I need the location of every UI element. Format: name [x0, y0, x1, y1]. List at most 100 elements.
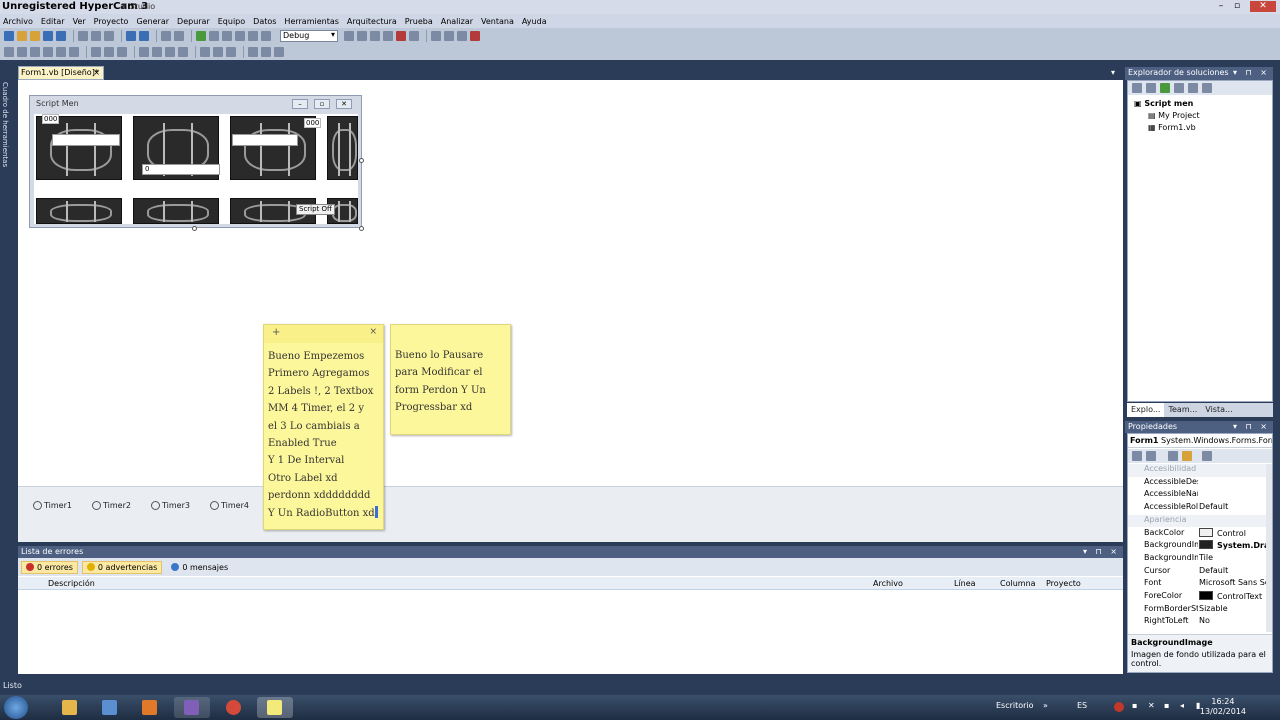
property-category[interactable]: Apariencia	[1128, 514, 1266, 528]
property-value[interactable]: ControlText	[1199, 591, 1266, 601]
restart-icon[interactable]	[248, 31, 258, 41]
messages-filter-button[interactable]: 0 mensajes	[166, 561, 233, 574]
maximize-icon[interactable]: ▫	[1230, 1, 1244, 12]
column-project[interactable]: Proyecto	[1046, 579, 1081, 588]
flag-icon[interactable]: ▪	[1164, 701, 1169, 710]
bring-to-front-icon[interactable]	[248, 47, 258, 57]
remove-spacing-icon[interactable]	[178, 47, 188, 57]
start-button[interactable]	[4, 696, 28, 719]
property-row[interactable]: ForeColor ControlText	[1128, 591, 1266, 604]
picture-box[interactable]	[36, 116, 122, 180]
save-icon[interactable]	[43, 31, 53, 41]
sticky-note-text[interactable]: Bueno lo Pausare para Modificar el form …	[391, 325, 510, 422]
alphabetical-icon[interactable]	[1146, 451, 1156, 461]
tab-form1-design[interactable]: Form1.vb [Diseño]* ×	[18, 66, 104, 80]
menu-ayuda[interactable]: Ayuda	[522, 17, 547, 26]
redo-icon[interactable]	[139, 31, 149, 41]
tree-item-solution[interactable]: ▣ Script men	[1134, 99, 1193, 108]
property-value[interactable]: Default	[1199, 566, 1266, 575]
menu-ver[interactable]: Ver	[73, 17, 86, 26]
properties-icon[interactable]	[1132, 83, 1142, 93]
navigate-forward-icon[interactable]	[174, 31, 184, 41]
clock[interactable]: 16:24 13/02/2014	[1200, 697, 1246, 717]
navigate-back-icon[interactable]	[161, 31, 171, 41]
tray-expand-icon[interactable]: »	[1043, 701, 1048, 710]
property-row[interactable]: BackgroundIm System.Dra	[1128, 540, 1266, 553]
decrease-spacing-icon[interactable]	[165, 47, 175, 57]
textbox-control[interactable]	[232, 134, 298, 146]
start-debug-icon[interactable]	[196, 31, 206, 41]
start-page-icon[interactable]	[409, 31, 419, 41]
extension-icon[interactable]	[470, 31, 480, 41]
property-row[interactable]: AccessibleNam	[1128, 489, 1266, 502]
open-file-icon[interactable]	[30, 31, 40, 41]
align-rights-icon[interactable]	[30, 47, 40, 57]
refresh-icon[interactable]	[1160, 83, 1170, 93]
resize-handle[interactable]	[192, 226, 197, 231]
property-row[interactable]: FormBorderSty Sizable	[1128, 604, 1266, 617]
center-horizontally-icon[interactable]	[213, 47, 223, 57]
categorized-icon[interactable]	[1132, 451, 1142, 461]
add-item-icon[interactable]	[17, 31, 27, 41]
property-category[interactable]: Accesibilidad	[1128, 464, 1266, 477]
property-row[interactable]: BackColor Control	[1128, 527, 1266, 541]
taskbar-media-player[interactable]	[132, 697, 168, 718]
close-note-icon[interactable]: ×	[369, 327, 377, 337]
network-icon[interactable]: ▪	[1132, 701, 1137, 710]
sticky-note-text[interactable]: Bueno Empezemos Primero Agregamos 2 Labe…	[264, 343, 383, 527]
tab-team-explorer[interactable]: Team...	[1164, 403, 1201, 417]
timer-component[interactable]: Timer1	[33, 501, 72, 510]
properties-scrollbar[interactable]	[1266, 464, 1272, 632]
resize-handle[interactable]	[359, 158, 364, 163]
layout-icon[interactable]	[431, 31, 441, 41]
solution-explorer-icon[interactable]	[357, 31, 367, 41]
properties-icon[interactable]	[370, 31, 380, 41]
tab-solution-explorer[interactable]: Explo...	[1127, 403, 1165, 417]
property-row[interactable]: AccessibleRole Default	[1128, 502, 1266, 515]
menu-equipo[interactable]: Equipo	[218, 17, 245, 26]
align-tops-icon[interactable]	[43, 47, 53, 57]
panel-controls[interactable]: ▾ ⊓ ×	[1233, 67, 1270, 79]
align-middles-icon[interactable]	[56, 47, 66, 57]
find-icon[interactable]	[344, 31, 354, 41]
script-off-button[interactable]: Script Off	[296, 204, 335, 215]
increase-spacing-icon[interactable]	[152, 47, 162, 57]
timer-component[interactable]: Timer2	[92, 501, 131, 510]
menu-archivo[interactable]: Archivo	[3, 17, 33, 26]
menu-editar[interactable]: Editar	[41, 17, 65, 26]
designed-form[interactable]: Script Men – ▫ ✕ 000 000 0 Script Off	[29, 95, 364, 231]
properties-view-icon[interactable]	[1168, 451, 1178, 461]
timer-component[interactable]: Timer4	[210, 501, 249, 510]
step-icon[interactable]	[235, 31, 245, 41]
object-browser-icon[interactable]	[396, 31, 406, 41]
align-bottoms-icon[interactable]	[69, 47, 79, 57]
tab-list-icon[interactable]: ▾	[1111, 68, 1115, 77]
property-value[interactable]: Microsoft Sans Se	[1199, 578, 1266, 587]
save-all-icon[interactable]	[56, 31, 66, 41]
show-all-files-icon[interactable]	[1146, 83, 1156, 93]
class-diagram-icon[interactable]	[1202, 83, 1212, 93]
tree-item-my-project[interactable]: ▤ My Project	[1148, 111, 1200, 120]
picture-box[interactable]	[327, 116, 358, 180]
toolbox-icon[interactable]	[383, 31, 393, 41]
copy-icon[interactable]	[91, 31, 101, 41]
taskbar-sticky-notes[interactable]	[257, 697, 293, 718]
close-icon[interactable]: ✕	[1250, 1, 1276, 12]
property-value[interactable]: No	[1199, 616, 1266, 625]
make-same-width-icon[interactable]	[91, 47, 101, 57]
menu-arquitectura[interactable]: Arquitectura	[347, 17, 397, 26]
property-value[interactable]: System.Dra	[1199, 540, 1266, 550]
tab-class-view[interactable]: Vista...	[1201, 403, 1236, 417]
make-same-height-icon[interactable]	[104, 47, 114, 57]
view-designer-icon[interactable]	[1188, 83, 1198, 93]
desktop-toolbar[interactable]: Escritorio	[996, 701, 1034, 710]
textbox-control[interactable]	[52, 134, 120, 146]
column-file[interactable]: Archivo	[873, 579, 903, 588]
sticky-note[interactable]: Bueno lo Pausare para Modificar el form …	[390, 324, 511, 435]
align-centers-icon[interactable]	[17, 47, 27, 57]
menu-proyecto[interactable]: Proyecto	[94, 17, 129, 26]
property-row[interactable]: Font Microsoft Sans Se	[1128, 578, 1266, 591]
solution-config-select[interactable]: Debug	[280, 30, 338, 42]
component-tray[interactable]: Timer1 Timer2 Timer3 Timer4	[18, 486, 1123, 542]
property-value[interactable]: Default	[1199, 502, 1266, 511]
